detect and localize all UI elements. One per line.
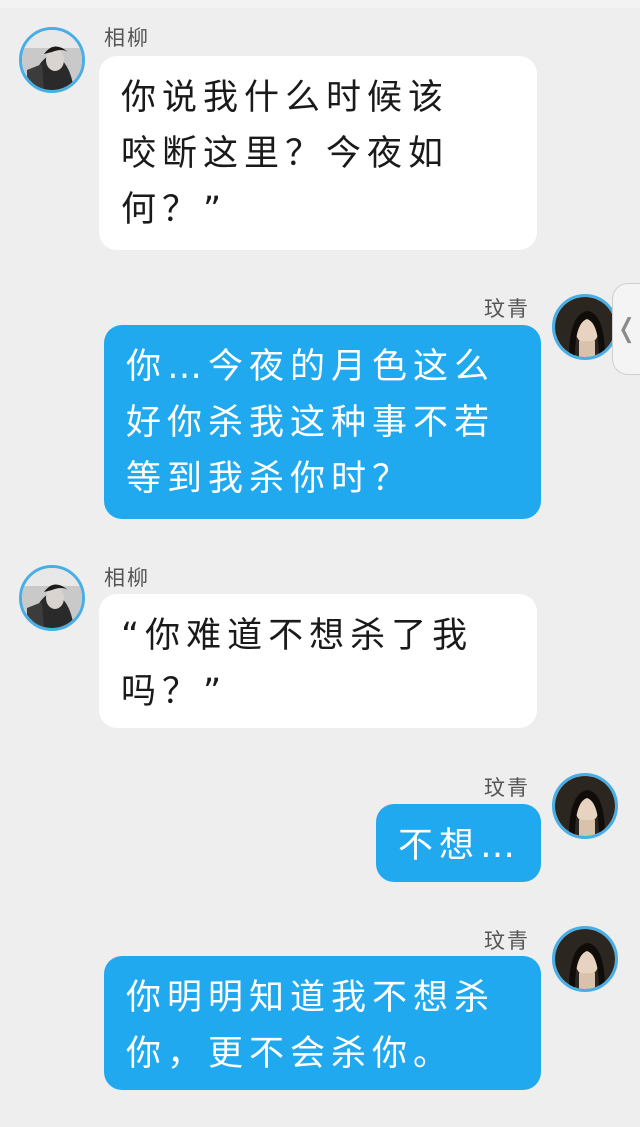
sender-name: 玟青 bbox=[484, 929, 530, 953]
message-bubble[interactable]: 不想… bbox=[376, 804, 541, 882]
avatar[interactable] bbox=[552, 294, 618, 360]
message-bubble[interactable]: 你说我什么时候该 咬断这里？今夜如 何？” bbox=[99, 56, 537, 250]
xiangliu-avatar-icon bbox=[22, 30, 82, 90]
message-bubble[interactable]: 你…今夜的月色这么 好你杀我这种事不若 等到我杀你时？ bbox=[104, 325, 541, 519]
xiangliu-avatar-icon bbox=[22, 568, 82, 628]
avatar[interactable] bbox=[552, 773, 618, 839]
wenqing-avatar-icon bbox=[555, 776, 615, 836]
wenqing-avatar-icon bbox=[555, 929, 615, 989]
avatar[interactable] bbox=[19, 565, 85, 631]
sender-name: 玟青 bbox=[484, 776, 530, 800]
message-bubble[interactable]: 你明明知道我不想杀 你，更不会杀你。 bbox=[104, 956, 541, 1090]
top-divider bbox=[0, 0, 640, 8]
chevron-left-icon: ❬ bbox=[615, 314, 638, 344]
sender-name: 相柳 bbox=[104, 26, 150, 50]
avatar[interactable] bbox=[552, 926, 618, 992]
chat-conversation: 相柳 你说我什么时候该 咬断这里？今夜如 何？” 玟青 你…今夜的月色这么 好你… bbox=[0, 0, 640, 1127]
avatar[interactable] bbox=[19, 27, 85, 93]
side-panel-handle[interactable]: ❬ bbox=[612, 283, 640, 375]
sender-name: 玟青 bbox=[484, 297, 530, 321]
sender-name: 相柳 bbox=[104, 566, 150, 590]
wenqing-avatar-icon bbox=[555, 297, 615, 357]
message-bubble[interactable]: “你难道不想杀了我 吗？” bbox=[99, 594, 537, 728]
